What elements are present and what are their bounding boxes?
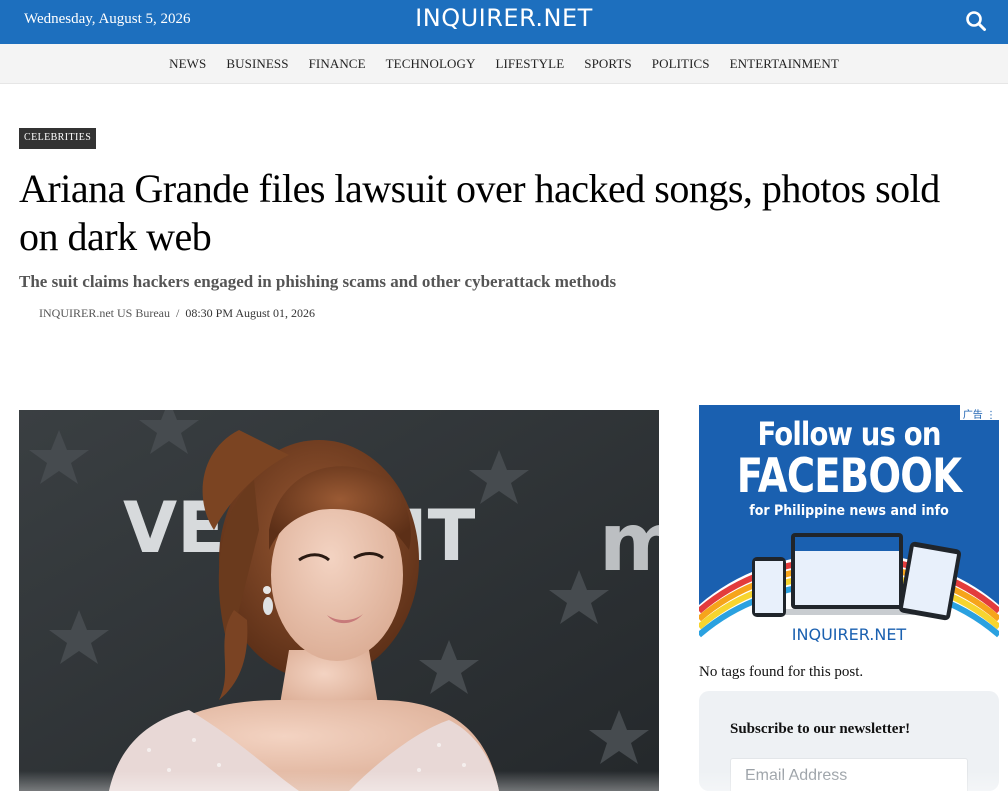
nav-item-sports[interactable]: SPORTS bbox=[584, 56, 632, 72]
article-subhead: The suit claims hackers engaged in phish… bbox=[19, 272, 617, 291]
nav-item-finance[interactable]: FINANCE bbox=[309, 56, 366, 72]
search-icon[interactable] bbox=[964, 9, 988, 33]
byline: INQUIRER.net US Bureau / 08:30 PM August… bbox=[39, 306, 315, 321]
email-input[interactable] bbox=[730, 758, 968, 791]
site-logo[interactable]: INQUIRER.NET bbox=[0, 4, 1008, 32]
ad-brand: INQUIRER.NET bbox=[791, 625, 907, 644]
no-tags-message: No tags found for this post. bbox=[699, 664, 864, 680]
main-nav: NEWS BUSINESS FINANCE TECHNOLOGY LIFESTY… bbox=[0, 44, 1008, 84]
nav-item-business[interactable]: BUSINESS bbox=[226, 56, 288, 72]
facebook-ad-banner[interactable]: 广告 ⋮ Follow us on FACEBOOK for Philippin… bbox=[699, 405, 999, 655]
author-link[interactable]: INQUIRER.net US Bureau bbox=[39, 306, 170, 320]
newsletter-box: Subscribe to our newsletter! bbox=[699, 691, 999, 791]
site-header: Wednesday, August 5, 2026 INQUIRER.NET bbox=[0, 0, 1008, 44]
publish-timestamp: 08:30 PM August 01, 2026 bbox=[185, 306, 316, 320]
nav-item-news[interactable]: NEWS bbox=[169, 56, 206, 72]
nav-item-lifestyle[interactable]: LIFESTYLE bbox=[495, 56, 564, 72]
byline-separator: / bbox=[175, 306, 180, 320]
nav-item-politics[interactable]: POLITICS bbox=[652, 56, 710, 72]
nav-item-entertainment[interactable]: ENTERTAINMENT bbox=[730, 56, 839, 72]
article-headline: Ariana Grande files lawsuit over hacked … bbox=[19, 166, 940, 259]
ad-line-facebook: FACEBOOK bbox=[736, 449, 962, 504]
newsletter-title: Subscribe to our newsletter! bbox=[730, 721, 911, 737]
featured-photo: VE NT mi bbox=[19, 410, 659, 791]
ad-line-follow: Follow us on bbox=[757, 415, 941, 453]
svg-text:mi: mi bbox=[599, 496, 659, 589]
ad-line-subtitle: for Philippine news and info bbox=[749, 503, 949, 519]
nav-item-technology[interactable]: TECHNOLOGY bbox=[386, 56, 476, 72]
category-tag[interactable]: CELEBRITIES bbox=[19, 128, 97, 149]
